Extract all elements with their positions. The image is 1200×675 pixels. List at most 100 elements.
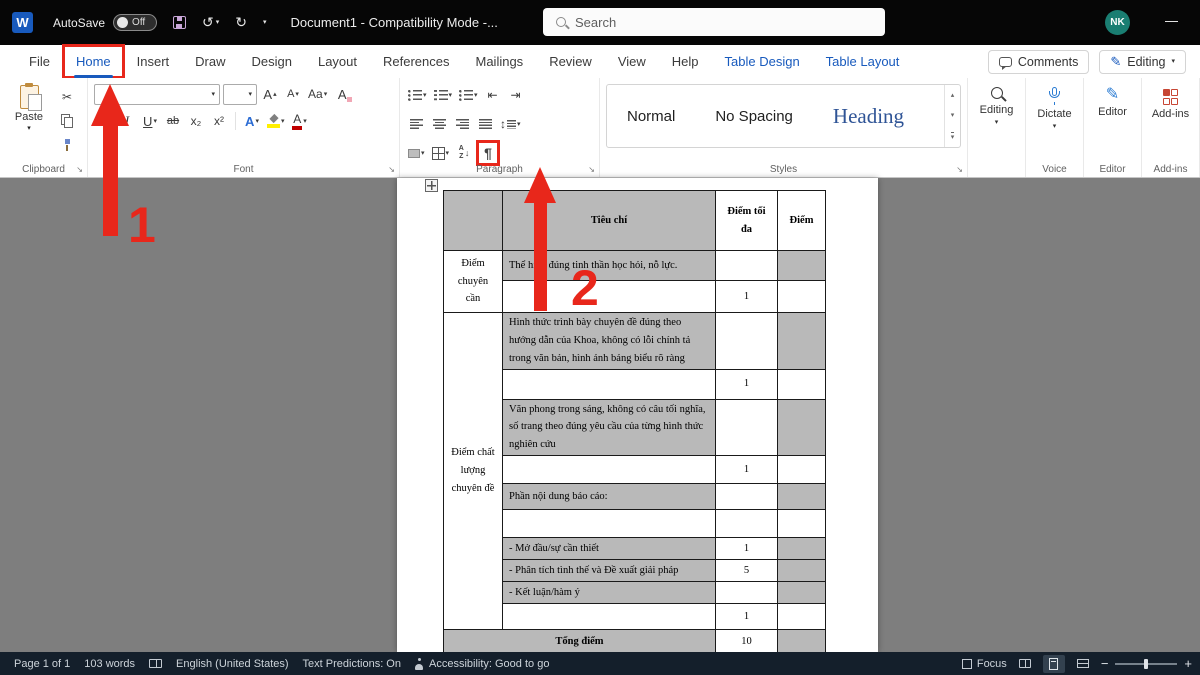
format-painter-button[interactable] [57,134,77,156]
table-cell[interactable]: Điểm chất lượng chuyên đề [444,313,503,630]
table-cell[interactable]: 1 [716,369,778,399]
subscript-button[interactable]: x₂ [186,110,206,132]
underline-button[interactable]: U▾ [140,110,160,132]
table-cell[interactable] [716,510,778,538]
align-left-button[interactable] [406,113,426,135]
table-cell[interactable]: 1 [716,456,778,484]
table-cell[interactable] [444,191,503,251]
text-effects-button[interactable]: A▾ [242,110,262,132]
table-cell[interactable] [778,604,826,630]
table-cell[interactable] [778,538,826,560]
style-heading[interactable]: Heading [813,85,924,147]
table-cell[interactable] [778,456,826,484]
increase-indent-button[interactable]: ⇥ [506,84,526,106]
sort-button[interactable]: AZ ↓ [454,142,474,164]
table-cell[interactable]: Hình thức trình bày chuyên đề đúng theo … [503,313,716,370]
table-cell[interactable]: 10 [716,630,778,652]
table-cell[interactable]: Điểm [778,191,826,251]
line-spacing-button[interactable]: ↕▾ [498,113,523,135]
style-no-spacing[interactable]: No Spacing [695,85,813,147]
redo-button[interactable]: ↻ [235,14,247,31]
table-cell[interactable] [716,313,778,370]
document-area[interactable]: Tiêu chíĐiểm tối đaĐiểmĐiểm chuyên cầnTh… [0,178,1200,652]
tab-mailings[interactable]: Mailings [463,45,537,78]
superscript-button[interactable]: x² [209,110,229,132]
table-cell[interactable]: Điểm chuyên cần [444,251,503,313]
table-cell[interactable] [778,630,826,652]
zoom-slider-handle[interactable] [1144,659,1148,669]
font-size-combobox[interactable]: ▾ [223,84,257,105]
tab-view[interactable]: View [605,45,659,78]
table-cell[interactable] [716,484,778,510]
page[interactable]: Tiêu chíĐiểm tối đaĐiểmĐiểm chuyên cầnTh… [397,178,878,652]
highlight-button[interactable]: ▾ [265,110,287,132]
decrease-indent-button[interactable]: ⇤ [483,84,503,106]
table-cell[interactable]: 1 [716,538,778,560]
bullets-button[interactable]: ▾ [406,84,429,106]
table-cell[interactable]: Thể hiện đúng tinh thần học hỏi, nỗ lực. [503,251,716,281]
tab-layout[interactable]: Layout [305,45,370,78]
tab-file[interactable]: File [16,45,63,78]
gallery-up-icon[interactable]: ▴ [951,92,955,99]
multilevel-list-button[interactable]: ▾ [457,84,480,106]
table-cell[interactable] [778,399,826,456]
strikethrough-button[interactable]: ab [163,110,183,132]
table-cell[interactable] [778,510,826,538]
read-mode-button[interactable] [1014,655,1036,673]
tab-insert[interactable]: Insert [124,45,183,78]
bold-button[interactable]: B [94,110,114,132]
table-cell[interactable]: 1 [716,281,778,313]
accessibility-status[interactable]: Accessibility: Good to go [415,658,549,670]
table-move-handle[interactable] [425,179,438,192]
table-cell[interactable] [503,281,716,313]
editing-mode-button[interactable]: ✎ Editing ▾ [1099,50,1186,74]
language-indicator[interactable]: English (United States) [176,658,289,670]
styles-gallery-scroll[interactable]: ▴ ▾ ▾ [944,85,960,147]
table-cell[interactable]: Tiêu chí [503,191,716,251]
table-cell[interactable] [503,510,716,538]
paragraph-dialog-launcher[interactable]: ↘ [588,165,595,174]
clipboard-dialog-launcher[interactable]: ↘ [76,165,83,174]
table-cell[interactable] [778,484,826,510]
table-cell[interactable] [778,313,826,370]
comments-button[interactable]: Comments [988,50,1089,74]
table-cell[interactable] [716,251,778,281]
tab-table-design[interactable]: Table Design [712,45,813,78]
styles-dialog-launcher[interactable]: ↘ [956,165,963,174]
font-dialog-launcher[interactable]: ↘ [388,165,395,174]
table-cell[interactable] [716,582,778,604]
table-cell[interactable]: - Phân tích tình thế và Đề xuất giải phá… [503,560,716,582]
table-cell[interactable]: Phần nội dung báo cáo: [503,484,716,510]
tab-draw[interactable]: Draw [182,45,238,78]
shrink-font-button[interactable]: A▾ [283,83,303,105]
page-indicator[interactable]: Page 1 of 1 [14,658,70,670]
word-logo[interactable]: W [12,12,33,33]
table-cell[interactable] [778,560,826,582]
text-predictions-indicator[interactable]: Text Predictions: On [303,658,401,670]
web-layout-button[interactable] [1072,655,1094,673]
minimize-button[interactable]: — [1165,13,1178,28]
tab-home[interactable]: Home [63,45,124,78]
word-count[interactable]: 103 words [84,658,135,670]
zoom-slider[interactable] [1115,663,1177,665]
table-cell[interactable] [778,251,826,281]
zoom-in-button[interactable]: + [1184,656,1192,671]
table-cell[interactable]: Văn phong trong sáng, không có câu tối n… [503,399,716,456]
editing-button[interactable]: Editing ▾ [974,83,1019,126]
table-cell[interactable] [503,369,716,399]
tab-table-layout[interactable]: Table Layout [813,45,913,78]
avatar[interactable]: NK [1105,10,1130,35]
editor-button[interactable]: ✎ Editor [1090,83,1135,118]
change-case-button[interactable]: Aa▾ [306,83,329,105]
tab-help[interactable]: Help [659,45,712,78]
table-cell[interactable]: Tổng điểm [444,630,716,652]
zoom-out-button[interactable]: − [1101,656,1109,671]
copy-button[interactable] [57,110,77,132]
italic-button[interactable]: I [117,110,137,132]
table-cell[interactable]: - Kết luận/hàm ý [503,582,716,604]
addins-button[interactable]: Add-ins [1148,83,1193,120]
cut-button[interactable]: ✂ [57,86,77,108]
font-name-combobox[interactable]: ▾ [94,84,220,105]
table-cell[interactable]: 5 [716,560,778,582]
table-cell[interactable]: - Mở đầu/sự cần thiết [503,538,716,560]
